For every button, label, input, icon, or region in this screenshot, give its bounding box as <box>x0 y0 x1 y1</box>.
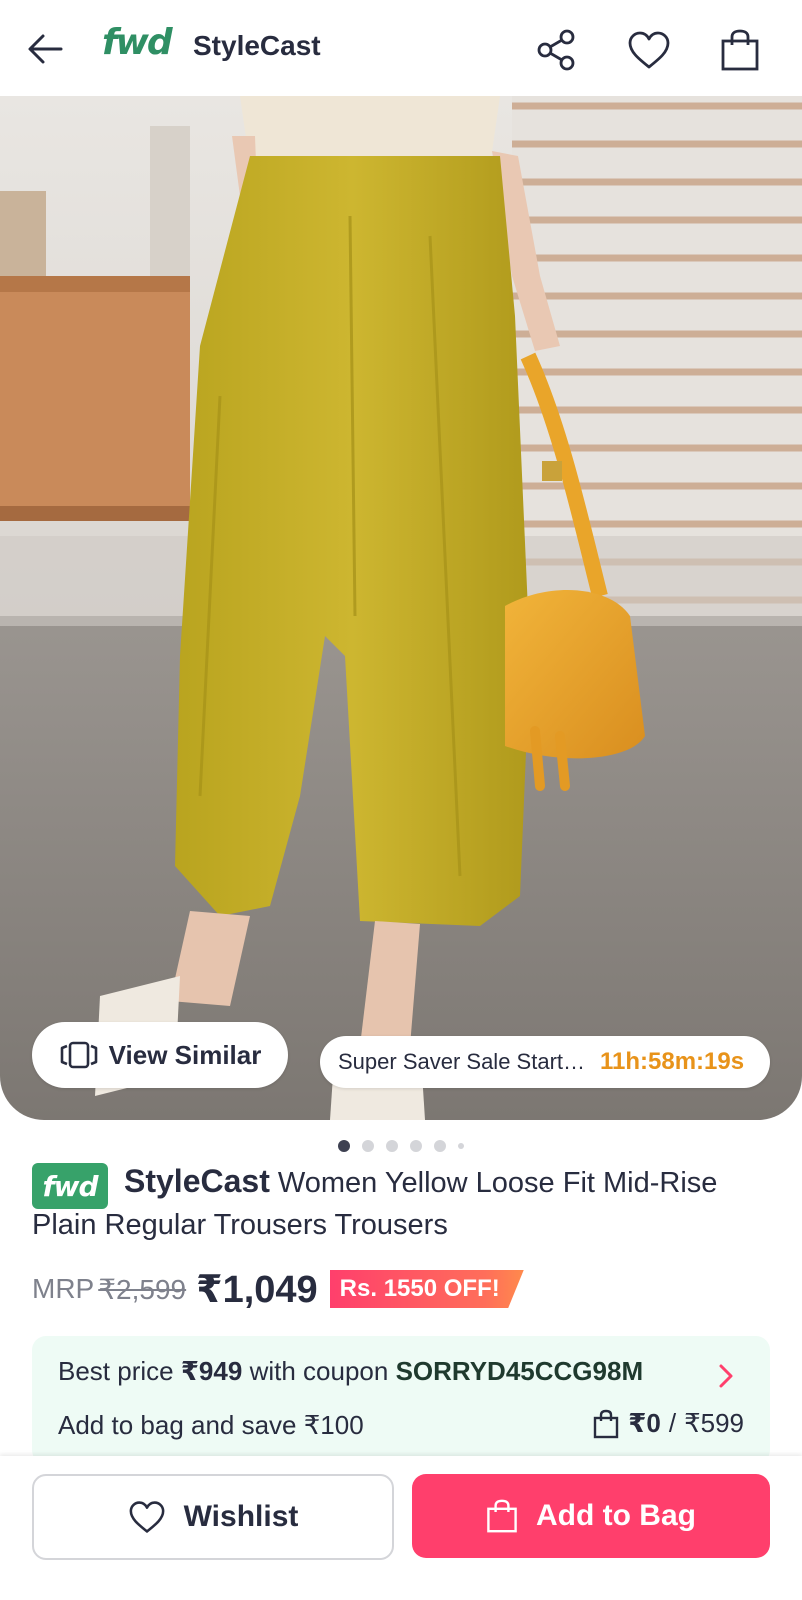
bag-target-value: ₹599 <box>684 1408 744 1438</box>
coupon-offer-card[interactable]: Best price ₹949 with coupon SORRYD45CCG9… <box>32 1336 770 1464</box>
mrp-label: MRP <box>32 1273 95 1304</box>
add-to-bag-button[interactable]: Add to Bag <box>412 1474 770 1558</box>
coupon-text: with coupon <box>249 1356 389 1386</box>
share-icon <box>537 29 575 71</box>
heart-icon <box>628 31 670 69</box>
discount-badge: Rs. 1550 OFF! <box>329 1270 524 1308</box>
fwd-logo[interactable]: fwd <box>102 22 173 63</box>
carousel-dot[interactable] <box>458 1143 464 1149</box>
bag-separator: / <box>668 1408 677 1438</box>
wishlist-header-button[interactable] <box>625 26 673 74</box>
shopping-bag-icon <box>721 29 759 71</box>
sale-countdown-banner[interactable]: Super Saver Sale Starts in 11h:58m:19s <box>320 1036 770 1088</box>
view-similar-icon <box>60 1041 97 1069</box>
back-button[interactable] <box>22 26 68 72</box>
sale-text: Super Saver Sale Starts in <box>338 1049 590 1074</box>
sale-timer: 11h:58m:19s <box>600 1048 745 1075</box>
add-to-bag-label: Add to Bag <box>536 1499 696 1532</box>
shopping-bag-icon <box>487 1499 517 1533</box>
view-similar-button[interactable]: View Similar <box>32 1022 288 1088</box>
selling-price: ₹1,049 <box>196 1268 318 1311</box>
wishlist-label: Wishlist <box>183 1500 299 1533</box>
coupon-code: SORRYD45CCG98M <box>395 1356 644 1386</box>
page-title: StyleCast <box>193 30 321 61</box>
save-text: Add to bag and save ₹100 <box>58 1410 364 1440</box>
carousel-dot[interactable] <box>410 1140 422 1152</box>
share-button[interactable] <box>533 26 581 74</box>
wishlist-button[interactable]: Wishlist <box>32 1474 394 1560</box>
coupon-details-button[interactable] <box>712 1362 740 1390</box>
product-title-block: fwd StyleCast Women Yellow Loose Fit Mid… <box>32 1160 772 1246</box>
heart-icon <box>129 1501 165 1533</box>
price-row: MRP ₹2,599 ₹1,049 Rs. 1550 OFF! <box>32 1264 524 1314</box>
app-header: fwd StyleCast <box>0 0 802 96</box>
carousel-indicator <box>0 1136 802 1156</box>
bag-icon <box>594 1409 619 1438</box>
bag-current-value: ₹0 <box>628 1408 661 1438</box>
chevron-right-icon <box>719 1364 733 1388</box>
back-arrow-icon <box>28 34 63 64</box>
mrp-value: ₹2,599 <box>98 1273 187 1305</box>
best-price-value: ₹949 <box>180 1356 243 1386</box>
best-price-line: Best price ₹949 with coupon SORRYD45CCG9… <box>58 1356 643 1387</box>
view-similar-label: View Similar <box>108 1039 262 1070</box>
bag-progress: ₹0 / ₹599 <box>592 1408 744 1439</box>
product-photo <box>0 96 802 1120</box>
carousel-dot[interactable] <box>434 1140 446 1152</box>
product-brand[interactable]: StyleCast <box>124 1163 270 1199</box>
carousel-dot[interactable] <box>338 1140 350 1152</box>
product-title: StyleCast Women Yellow Loose Fit Mid-Ris… <box>32 1160 772 1246</box>
fwd-badge: fwd <box>32 1163 108 1209</box>
carousel-dot[interactable] <box>386 1140 398 1152</box>
bottom-action-bar: Wishlist Add to Bag <box>0 1456 802 1600</box>
carousel-dot[interactable] <box>362 1140 374 1152</box>
product-image-carousel[interactable]: View Similar Super Saver Sale Starts in … <box>0 96 802 1120</box>
best-price-prefix: Best price <box>58 1356 174 1386</box>
bag-header-button[interactable] <box>716 26 764 74</box>
